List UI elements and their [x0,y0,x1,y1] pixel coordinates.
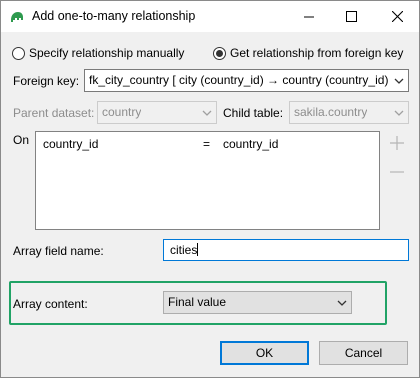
array-field-name-value: cities [170,243,198,257]
join-conditions-list[interactable]: country_id = country_id [35,131,380,230]
list-item[interactable]: country_id = country_id [36,136,379,154]
join-left-column: country_id [43,137,99,151]
radio-manual-circle[interactable] [12,46,25,60]
chevron-down-icon [394,110,404,116]
title-bar: Add one-to-many relationship [1,1,419,32]
parent-dataset-select: country [97,101,217,124]
foreign-key-value: fk_city_country [ city (country_id) → co… [89,73,389,87]
array-field-name-text: cities [170,243,199,257]
window-title: Add one-to-many relationship [32,9,196,23]
chevron-down-icon [337,300,347,306]
close-icon [391,11,403,22]
dialog-window: Add one-to-many relationship Specify rel… [0,0,420,378]
array-field-name-input[interactable]: cities [163,239,409,261]
foreign-key-select[interactable]: fk_city_country [ city (country_id) → co… [84,69,409,92]
chevron-down-icon [394,78,404,84]
parent-dataset-value: country [102,105,142,119]
app-icon [11,12,23,22]
array-content-label: Array content: [13,297,88,311]
array-field-name-label: Array field name: [13,244,104,258]
ok-button[interactable]: OK [220,341,309,365]
array-content-select[interactable]: Final value [163,291,352,314]
radio-manual-label: Specify relationship manually [29,46,185,60]
parent-dataset-label: Parent dataset: [13,106,95,120]
on-label: On [13,133,30,147]
array-content-value: Final value [168,295,227,309]
child-table-value: sakila.country [294,105,368,119]
minimize-icon [304,16,314,17]
foreign-key-label: Foreign key: [13,74,80,88]
close-button[interactable] [375,1,419,32]
chevron-down-icon [202,110,212,116]
cancel-button[interactable]: Cancel [319,341,408,365]
radio-specify-manually[interactable]: Specify relationship manually [12,46,184,60]
remove-condition-icon[interactable] [388,163,406,181]
join-right-column: country_id [223,137,279,151]
child-table-select: sakila.country [289,101,409,124]
cancel-button-label: Cancel [344,346,383,360]
minimize-button[interactable] [287,1,331,32]
maximize-icon [345,11,357,22]
child-table-label: Child table: [223,106,284,120]
join-operator: = [203,137,211,151]
radio-foreign-key-label: Get relationship from foreign key [230,46,404,60]
radio-foreign-key-circle[interactable] [213,46,226,60]
radio-from-foreign-key[interactable]: Get relationship from foreign key [213,46,403,60]
maximize-button[interactable] [329,1,373,32]
add-condition-icon[interactable] [388,134,406,152]
text-caret [197,243,199,256]
ok-button-label: OK [255,346,274,360]
